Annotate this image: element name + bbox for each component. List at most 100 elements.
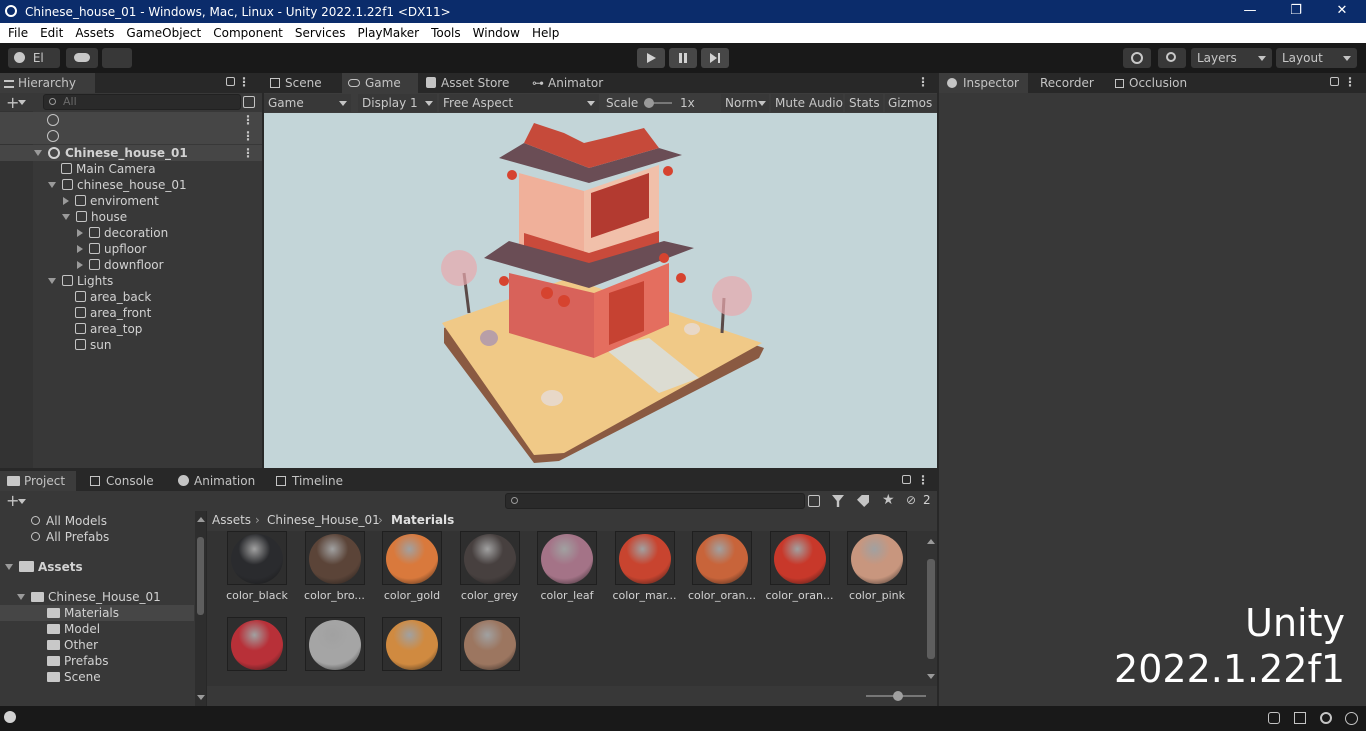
material-thumbnail[interactable]	[537, 531, 597, 585]
tab-animation[interactable]: Animation	[172, 471, 262, 491]
collapse-arrow-icon[interactable]	[77, 229, 83, 237]
tab-asset-store[interactable]: Asset Store	[420, 73, 524, 93]
lock-icon[interactable]	[902, 475, 911, 484]
material-thumbnail[interactable]	[614, 531, 675, 585]
hierarchy-row[interactable]: chinese_house_01	[48, 177, 187, 193]
project-search-input[interactable]	[505, 493, 805, 509]
tab-occlusion[interactable]: Occlusion	[1111, 73, 1201, 93]
menu-help[interactable]: Help	[526, 23, 565, 43]
expand-arrow-icon[interactable]	[34, 150, 42, 156]
folder-item[interactable]: Model	[47, 621, 100, 637]
search-button[interactable]	[1158, 48, 1186, 68]
material-thumbnail[interactable]	[382, 531, 442, 585]
layers-dropdown[interactable]: Layers	[1191, 48, 1272, 68]
scroll-down-icon[interactable]	[927, 674, 935, 679]
breadcrumb-materials[interactable]: Materials	[391, 513, 454, 527]
folder-item[interactable]: Prefabs	[47, 653, 109, 669]
scroll-down-icon[interactable]	[197, 695, 205, 700]
inspector-menu-icon[interactable]: ⋮	[1344, 75, 1356, 89]
hierarchy-row[interactable]: ⋮	[0, 112, 262, 128]
collab-button[interactable]	[102, 48, 132, 68]
material-thumbnail[interactable]	[847, 531, 907, 585]
folder-tree-scrollbar[interactable]	[195, 511, 206, 706]
material-thumbnail[interactable]	[304, 531, 365, 585]
settings-icon[interactable]	[1320, 712, 1332, 724]
scale-slider-thumb[interactable]	[644, 98, 654, 108]
hierarchy-row[interactable]: area_back	[75, 289, 151, 305]
breadcrumb-assets[interactable]: Assets	[212, 513, 251, 527]
tab-inspector[interactable]: Inspector	[939, 73, 1028, 93]
expand-arrow-icon[interactable]	[48, 182, 56, 188]
hierarchy-row[interactable]: area_front	[75, 305, 151, 321]
breadcrumb-chinese-house[interactable]: Chinese_House_01	[267, 513, 380, 527]
expand-arrow-icon[interactable]	[48, 278, 56, 284]
material-thumbnail[interactable]	[769, 531, 830, 585]
layout-dropdown[interactable]: Layout	[1276, 48, 1357, 68]
hierarchy-row[interactable]: sun	[75, 337, 111, 353]
scroll-thumb[interactable]	[197, 537, 204, 615]
material-thumbnail[interactable]	[382, 617, 442, 671]
folder-item[interactable]: Scene	[47, 669, 101, 685]
hierarchy-row[interactable]: enviroment	[63, 193, 159, 209]
step-button[interactable]	[701, 48, 729, 68]
menu-window[interactable]: Window	[467, 23, 526, 43]
display-dropdown[interactable]: Display 1	[358, 94, 437, 112]
row-menu-icon[interactable]: ⋮	[242, 145, 254, 161]
material-thumbnail[interactable]	[692, 531, 752, 585]
expand-arrow-icon[interactable]	[62, 214, 70, 220]
restore-button[interactable]: ❐	[1273, 0, 1319, 23]
project-menu-icon[interactable]: ⋮	[917, 473, 929, 487]
play-button[interactable]	[637, 48, 665, 68]
expand-arrow-icon[interactable]	[5, 564, 13, 570]
filter-icon[interactable]	[832, 495, 844, 507]
scene-visibility-icon[interactable]	[243, 96, 255, 108]
icon-size-slider-thumb[interactable]	[893, 691, 903, 701]
mute-audio-toggle[interactable]: Mute Audio	[771, 94, 843, 112]
row-menu-icon[interactable]: ⋮	[242, 128, 254, 144]
menu-file[interactable]: File	[2, 23, 34, 43]
hidden-packages-icon[interactable]: ⊘	[906, 493, 916, 507]
row-menu-icon[interactable]: ⋮	[242, 112, 254, 128]
label-icon[interactable]	[857, 495, 869, 507]
stats-toggle[interactable]: Stats	[845, 94, 883, 112]
cloud-button[interactable]	[66, 48, 98, 68]
tab-hierarchy[interactable]: Hierarchy	[0, 73, 95, 93]
menu-component[interactable]: Component	[207, 23, 289, 43]
menu-gameobject[interactable]: GameObject	[120, 23, 207, 43]
hierarchy-row[interactable]: ⋮	[0, 128, 262, 144]
scroll-thumb[interactable]	[927, 559, 935, 659]
hierarchy-row[interactable]: Main Camera	[61, 161, 156, 177]
pause-button[interactable]	[669, 48, 697, 68]
tab-timeline[interactable]: Timeline	[270, 471, 350, 491]
hierarchy-row[interactable]: decoration	[77, 225, 168, 241]
tab-project[interactable]: Project	[0, 471, 76, 491]
folder-item-selected[interactable]: Materials	[0, 605, 194, 621]
undo-history-button[interactable]	[1123, 48, 1151, 68]
tab-recorder[interactable]: Recorder	[1034, 73, 1104, 93]
folder-item[interactable]: Other	[47, 637, 98, 653]
asset-grid-scrollbar[interactable]	[925, 533, 937, 683]
hierarchy-row[interactable]: downfloor	[77, 257, 164, 273]
assets-root[interactable]: Assets	[5, 559, 83, 575]
minimize-button[interactable]: —	[1227, 0, 1273, 23]
menu-edit[interactable]: Edit	[34, 23, 69, 43]
search-by-type-icon[interactable]	[808, 495, 820, 507]
menu-tools[interactable]: Tools	[425, 23, 467, 43]
material-thumbnail[interactable]	[227, 617, 287, 671]
menu-assets[interactable]: Assets	[69, 23, 120, 43]
favorite-item[interactable]: All Models	[31, 513, 107, 529]
debug-icon[interactable]	[1268, 712, 1280, 724]
hierarchy-row[interactable]: house	[62, 209, 127, 225]
menu-services[interactable]: Services	[289, 23, 352, 43]
material-thumbnail[interactable]	[459, 531, 520, 585]
scroll-up-icon[interactable]	[197, 517, 205, 522]
hierarchy-row[interactable]: Lights	[48, 273, 113, 289]
center-panel-menu-icon[interactable]: ⋮	[917, 75, 929, 89]
collapse-arrow-icon[interactable]	[77, 245, 83, 253]
tab-game[interactable]: Game	[342, 73, 418, 93]
expand-arrow-icon[interactable]	[17, 594, 25, 600]
favorite-item[interactable]: All Prefabs	[31, 529, 109, 545]
material-thumbnail[interactable]	[227, 531, 287, 585]
add-dropdown-arrow[interactable]	[18, 100, 26, 105]
hierarchy-row[interactable]: area_top	[75, 321, 142, 337]
